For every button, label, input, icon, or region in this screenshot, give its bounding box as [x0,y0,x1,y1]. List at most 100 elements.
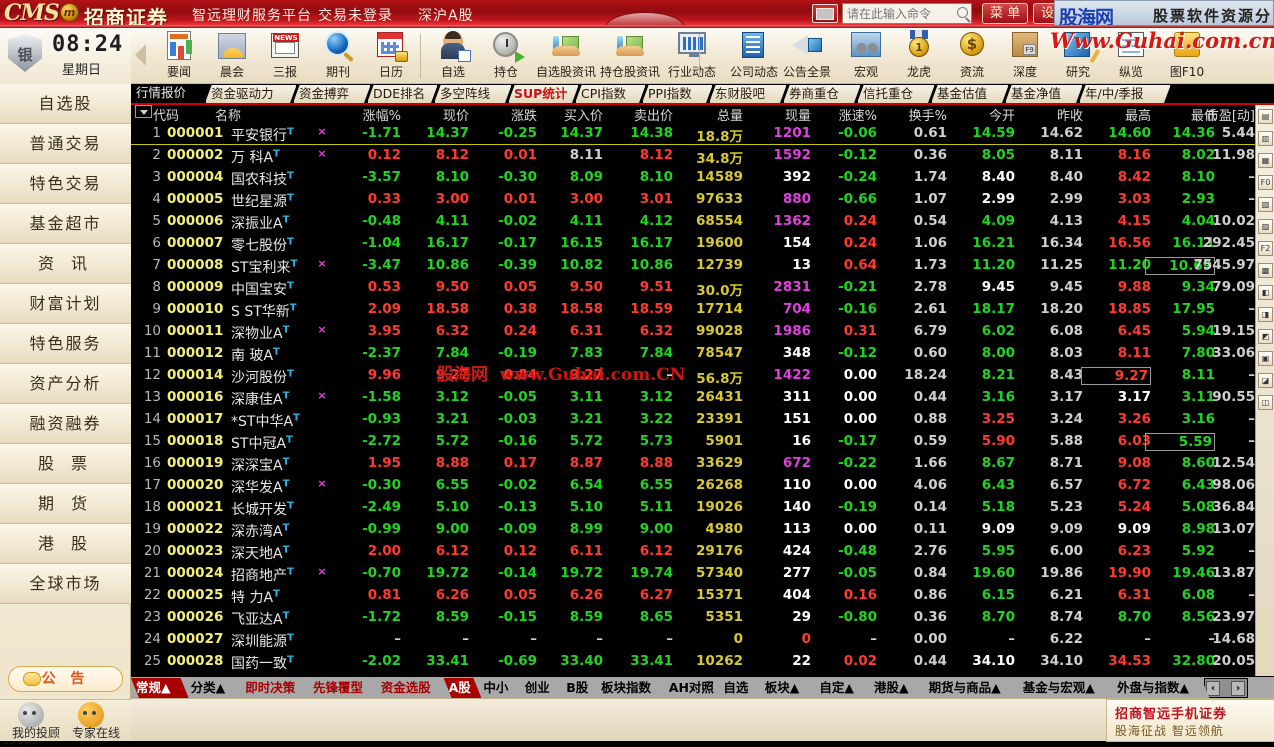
table-row[interactable]: 16 000019 深深宝AT 1.95 8.88 0.17 8.87 8.88 33629 67… [131,453,1255,475]
bottom-tab-9[interactable]: 板块指数 [596,678,667,698]
table-row[interactable]: 14 000017 *ST中华AT -0.93 3.21 -0.03 3.21 3.22 233… [131,409,1255,431]
toolbar-button-6[interactable]: 持仓 [480,30,532,80]
bottom-tab-6[interactable]: 中小 [478,678,522,698]
sidebar-item-6[interactable]: 特色服务 [0,324,131,364]
search-icon[interactable] [957,7,968,18]
expert-online-label[interactable]: 专家在线 [72,724,120,741]
bottom-tab-prev[interactable]: ‹ [1206,681,1220,696]
toolbar-back-icon[interactable] [135,44,146,66]
column-header-3[interactable]: 现价 [403,105,469,124]
bottom-tab-16[interactable]: 基金与宏观▲ [1018,678,1115,698]
table-row[interactable]: 5 000006 深振业AT -0.48 4.11 -0.02 4.11 4.12 68554 1… [131,211,1255,233]
column-header-6[interactable]: 卖出价 [601,105,673,124]
right-tool-13[interactable]: ◫ [1258,395,1273,410]
right-tool-1[interactable]: ▥ [1258,131,1273,146]
toolbar-button-11[interactable]: 公告全景 [776,30,838,80]
market-tab-1[interactable]: 资金驱动力 [205,84,297,103]
sidebar-item-3[interactable]: 基金超市 [0,204,131,244]
toolbar-button-3[interactable]: 期刊 [312,30,364,80]
sidebar-item-5[interactable]: 财富计划 [0,284,131,324]
bottom-tab-3[interactable]: 先锋覆型 [308,678,379,698]
market-tab-2[interactable]: 资金搏弈 [293,84,371,103]
table-row[interactable]: 2 000002 万 科AT 0.12 8.12 0.01 8.11 8.12 34.8万 159… [131,145,1255,167]
toolbar-button-15[interactable]: F9 深度 [999,30,1051,80]
market-tab-10[interactable]: 信托重仓 [857,84,935,103]
column-header-9[interactable]: 涨速% [807,105,877,124]
column-header-7[interactable]: 总量 [673,105,743,124]
market-tab-9[interactable]: 券商重仓 [783,84,861,103]
bottom-tab-10[interactable]: AH对照 [664,678,722,698]
bottom-tab-12[interactable]: 板块▲ [760,678,818,698]
right-tool-12[interactable]: ◪ [1258,373,1273,388]
table-row[interactable]: 17 000020 深华发AT -0.30 6.55 -0.02 6.54 6.55 26268… [131,475,1255,497]
table-row[interactable]: 6 000007 零七股份T -1.04 16.17 -0.17 16.15 16.17 196… [131,233,1255,255]
column-header-15[interactable]: 市盈[动] [1183,105,1255,124]
table-row[interactable]: 13 000016 深康佳AT -1.58 3.12 -0.05 3.11 3.12 26431… [131,387,1255,409]
right-tool-8[interactable]: ◧ [1258,285,1273,300]
right-tool-10[interactable]: ◩ [1258,329,1273,344]
bottom-tab-4[interactable]: 资金选股 [376,678,447,698]
right-tool-3[interactable]: F0 [1258,175,1273,190]
market-label[interactable]: 深沪A股 [418,5,474,25]
table-row[interactable]: 19 000022 深赤湾AT -0.99 9.00 -0.09 8.99 9.00 4980 1… [131,519,1255,541]
market-tab-0[interactable]: 行情报价 [131,84,209,103]
sidebar-item-11[interactable]: 港 股 [0,524,131,564]
sidebar-item-10[interactable]: 期 货 [0,484,131,524]
sidebar-item-0[interactable]: 自选股 [0,84,131,124]
bottom-tab-14[interactable]: 港股▲ [869,678,927,698]
sidebar-item-7[interactable]: 资产分析 [0,364,131,404]
header-center-handle[interactable] [605,12,685,28]
sidebar-item-8[interactable]: 融资融券 [0,404,131,444]
table-row[interactable]: 10 000011 深物业AT 3.95 6.32 0.24 6.31 6.32 99028 19… [131,321,1255,343]
market-tab-6[interactable]: CPI指数 [575,84,646,103]
right-tool-11[interactable]: ▣ [1258,351,1273,366]
table-row[interactable]: 3 000004 国农科技T -3.57 8.10 -0.30 8.09 8.10 14589 3… [131,167,1255,189]
column-header-4[interactable]: 涨跌 [474,105,537,124]
table-row[interactable]: 1 000001 平安银行T -1.71 14.37 -0.25 14.37 14.38 18.… [131,123,1255,145]
bottom-tab-15[interactable]: 期货与商品▲ [924,678,1021,698]
command-input[interactable] [843,5,948,22]
market-tab-8[interactable]: 东财股吧 [709,84,787,103]
right-tool-5[interactable]: ▨ [1258,219,1273,234]
column-header-1[interactable]: 名称 [215,105,275,124]
menu-button[interactable]: 菜 单 [982,3,1029,24]
column-header-5[interactable]: 买入价 [531,105,603,124]
toolbar-button-8[interactable]: 持仓股资讯 [597,30,663,80]
toolbar-button-12[interactable]: 宏观 [840,30,892,80]
right-tool-2[interactable]: ▦ [1258,153,1273,168]
bottom-tab-13[interactable]: 自定▲ [814,678,872,698]
bottom-tab-17[interactable]: 外盘与指数▲ [1112,678,1209,698]
sidebar-item-1[interactable]: 普通交易 [0,124,131,164]
market-tab-5[interactable]: SUP统计 [508,84,579,103]
table-row[interactable]: 23 000026 飞亚达AT -1.72 8.59 -0.15 8.59 8.65 5351 2… [131,607,1255,629]
market-tab-11[interactable]: 基金估值 [931,84,1009,103]
column-header-11[interactable]: 今开 [951,105,1015,124]
sidebar-item-12[interactable]: 全球市场 [0,564,131,604]
promo-panel[interactable]: 招商智远手机证券 股海征战 智远领航 [1106,699,1274,742]
table-row[interactable]: 18 000021 长城开发T -2.49 5.10 -0.13 5.10 5.11 19026… [131,497,1255,519]
command-input-wrap[interactable] [842,3,972,24]
keyboard-wizard-icon[interactable] [812,4,838,23]
toolbar-button-14[interactable]: $ 资流 [946,30,998,80]
sidebar-item-9[interactable]: 股 票 [0,444,131,484]
market-tab-7[interactable]: PPI指数 [642,84,713,103]
table-row[interactable]: 9 000010 S ST华新T 2.09 18.58 0.38 18.58 18.59 177… [131,299,1255,321]
sort-toggle-icon[interactable] [135,105,152,118]
toolbar-button-7[interactable]: 自选股资讯 [533,30,599,80]
table-row[interactable]: 25 000028 国药一致T -2.02 33.41 -0.69 33.40 33.41 10… [131,651,1255,673]
table-row[interactable]: 4 000005 世纪星源T 0.33 3.00 0.01 3.00 3.01 97633 880… [131,189,1255,211]
login-status-label[interactable]: 交易未登录 [318,5,393,25]
bottom-tab-0[interactable]: 常规▲ [131,678,189,698]
bottom-tab-1[interactable]: 分类▲ [186,678,244,698]
bottom-tab-5[interactable]: A股 [444,678,482,698]
right-tool-0[interactable]: ▤ [1258,109,1273,124]
toolbar-button-5[interactable]: 自选 [427,30,479,80]
bottom-tab-nav[interactable]: ‹ › [1204,678,1248,698]
column-header-0[interactable]: 代码 [153,105,209,124]
toolbar-button-0[interactable]: 要闻 [153,30,205,80]
table-row[interactable]: 8 000009 中国宝安T 0.53 9.50 0.05 9.50 9.51 30.0万 283… [131,277,1255,299]
bottom-tab-2[interactable]: 即时决策 [240,678,311,698]
toolbar-button-2[interactable]: NEWS 三报 [259,30,311,80]
right-tool-4[interactable]: ▧ [1258,197,1273,212]
bottom-tab-next[interactable]: › [1231,681,1245,696]
